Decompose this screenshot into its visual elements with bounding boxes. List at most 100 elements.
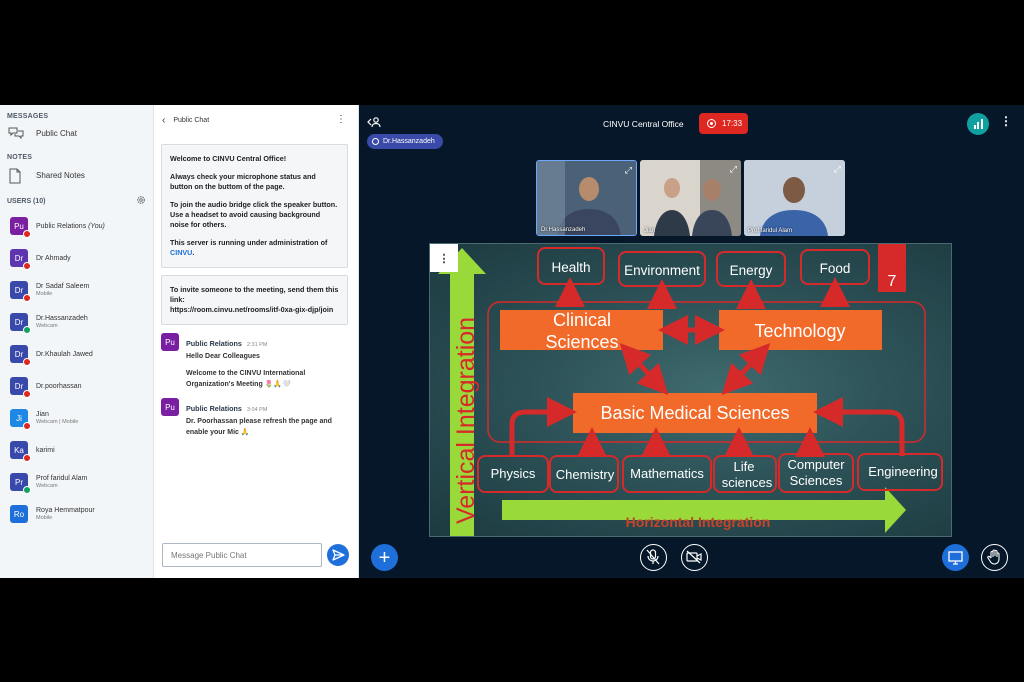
users-section-title: USERS (10) <box>7 197 46 205</box>
message-text: Hello Dear Colleagues <box>186 353 260 360</box>
user-name-line: Dr.Khaulah Jawed <box>36 350 93 359</box>
clinical-label-2: Sciences <box>545 332 618 352</box>
user-list-item[interactable]: Pr Prof faridul Alam Webcam <box>0 466 153 498</box>
avatar-initials: Dr <box>14 285 24 295</box>
webcam-off-button[interactable] <box>681 544 708 571</box>
mic-status-icon <box>23 390 31 398</box>
user-list-item[interactable]: Ro Roya Hemmatpour Mobile <box>0 498 153 530</box>
expand-icon[interactable]: ⤢ <box>834 164 841 175</box>
user-name-line: Dr Ahmady <box>36 254 71 263</box>
user-name-line: Public Relations (You) <box>36 222 105 231</box>
user-name: karimi <box>36 446 55 454</box>
user-list-item[interactable]: Dr Dr Sadaf Saleem Mobile <box>0 274 153 306</box>
signal-icon <box>973 119 983 129</box>
chat-icon <box>8 126 24 140</box>
user-name-line: Prof faridul Alam <box>36 474 87 483</box>
avatar-initials: Dr <box>14 317 24 327</box>
presentation-area: CINVU Central Office 17:33 ⋮ Dr.Hassanza… <box>359 105 1024 578</box>
avatar-initials: Ji <box>16 413 22 423</box>
send-button[interactable] <box>327 544 349 566</box>
user-list-item[interactable]: Pu Public Relations (You) <box>0 210 153 242</box>
webcam-tile[interactable]: ⤢ Dr.Hassanzadeh <box>536 160 637 236</box>
welcome-message: Welcome to CINVU Central Office! Always … <box>161 144 348 268</box>
webcam-tile[interactable]: ⤢ Jian <box>640 160 741 236</box>
user-list-item[interactable]: Ji Jian Webcam | Mobile <box>0 402 153 434</box>
public-chat-label: Public Chat <box>36 128 77 138</box>
user-list-item[interactable]: Dr Dr.poorhassan <box>0 370 153 402</box>
screen-icon <box>948 551 963 565</box>
more-options-icon[interactable]: ⋮ <box>336 114 346 125</box>
actions-button[interactable]: + <box>371 544 398 571</box>
avatar: Dr <box>10 377 31 398</box>
user-name-line: karimi <box>36 446 55 455</box>
leave-session-icon[interactable] <box>367 115 381 134</box>
welcome-p3-prefix: This server is running under administrat… <box>170 238 328 247</box>
presentation-toggle-button[interactable] <box>942 544 969 571</box>
mic-status-icon <box>23 262 31 270</box>
message-input-placeholder: Message Public Chat <box>171 550 247 560</box>
messages-section-title: MESSAGES <box>7 113 49 120</box>
user-list-item[interactable]: Dr Dr.Hassanzadeh Webcam <box>0 306 153 338</box>
public-chat-nav[interactable]: Public Chat <box>0 122 153 144</box>
mic-status-icon <box>23 422 31 430</box>
shared-notes-label: Shared Notes <box>36 170 85 180</box>
user-status: Mobile <box>36 291 53 297</box>
user-list-item[interactable]: Ka karimi <box>0 434 153 466</box>
notes-icon <box>8 168 22 184</box>
webcam-strip: ⤢ Dr.Hassanzadeh ⤢ Jian ⤢ Prof faridul A… <box>536 160 845 236</box>
avatar-initials: Dr <box>14 349 24 359</box>
meeting-title: CINVU Central Office <box>603 119 684 129</box>
message-input[interactable]: Message Public Chat <box>162 543 322 567</box>
camera-off-icon <box>686 550 702 564</box>
user-name-line: Dr Sadaf Saleem <box>36 282 89 291</box>
life-label: Life <box>734 459 755 474</box>
avatar: Ji <box>10 409 31 430</box>
avatar: Pu <box>10 217 31 238</box>
options-menu-icon[interactable]: ⋮ <box>1000 114 1012 128</box>
basic-label: Basic Medical Sciences <box>600 403 789 423</box>
user-name: Dr.Hassanzadeh <box>36 315 88 322</box>
connection-status-button[interactable] <box>967 113 989 135</box>
chat-title: Public Chat <box>173 116 210 124</box>
plus-icon: + <box>378 546 391 569</box>
user-status: Webcam <box>36 483 58 489</box>
avatar: Pu <box>161 333 179 351</box>
gear-icon[interactable] <box>136 192 146 210</box>
invite-message: To invite someone to the meeting, send t… <box>161 275 348 325</box>
presenter-icon <box>372 138 379 145</box>
user-info: Dr.poorhassan <box>36 382 82 391</box>
mute-mic-button[interactable] <box>640 544 667 571</box>
back-chevron-icon[interactable]: ‹ <box>162 115 165 126</box>
avatar: Ro <box>10 505 28 523</box>
presenter-badge: Dr.Hassanzadeh <box>367 134 443 149</box>
user-name-line: Dr.Hassanzadeh <box>36 314 88 323</box>
avatar: Pu <box>161 398 179 416</box>
expand-icon[interactable]: ⤢ <box>625 165 632 176</box>
recording-indicator[interactable]: 17:33 <box>699 113 748 134</box>
avatar-initials: Pu <box>165 337 175 347</box>
welcome-paragraph-3: This server is running under administrat… <box>170 238 339 258</box>
user-list-panel: MESSAGES Public Chat NOTES Shared Notes … <box>0 105 154 578</box>
sciences-label: sciences <box>722 475 773 490</box>
mic-status-icon <box>23 294 31 302</box>
slide-menu-button[interactable]: ⋮ <box>430 244 458 272</box>
welcome-p3-suffix: . <box>192 248 195 257</box>
welcome-paragraph-1: Always check your microphone status and … <box>170 172 316 191</box>
expand-icon[interactable]: ⤢ <box>730 164 737 175</box>
user-list-item[interactable]: Dr Dr Ahmady <box>0 242 153 274</box>
user-list-item[interactable]: Dr Dr.Khaulah Jawed <box>0 338 153 370</box>
shared-notes-nav[interactable]: Shared Notes <box>0 164 153 186</box>
webcam-tile[interactable]: ⤢ Prof faridul Alam <box>744 160 845 236</box>
slide-page-number: 7 <box>888 273 897 290</box>
message-sender: Public Relations <box>186 404 242 413</box>
user-status: Mobile <box>36 515 53 521</box>
users-list: Pu Public Relations (You) Dr Dr Ahmady D… <box>0 210 153 530</box>
avatar-initials: Pu <box>14 221 24 231</box>
mic-status-icon <box>23 486 31 494</box>
user-name: Public Relations <box>36 222 87 230</box>
message-text: Dr. Poorhassan please refresh the page a… <box>186 418 332 436</box>
raise-hand-button[interactable] <box>981 544 1008 571</box>
user-name: Dr.Khaulah Jawed <box>36 350 93 358</box>
invite-link[interactable]: https://room.cinvu.net/rooms/itf-0xa-gix… <box>170 305 339 315</box>
cinvu-link[interactable]: CINVU <box>170 248 192 257</box>
